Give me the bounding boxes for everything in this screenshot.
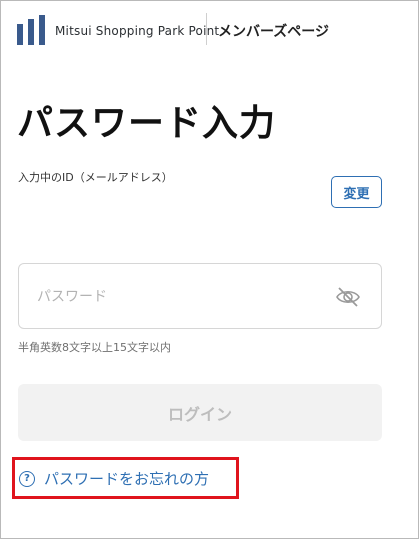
members-page-title: メンバーズページ: [218, 24, 330, 40]
header-divider: [206, 13, 207, 45]
password-hint: 半角英数8文字以上15文字以内: [18, 341, 171, 354]
forgot-password-label: パスワードをお忘れの方: [44, 470, 210, 488]
eye-slash-icon[interactable]: [335, 286, 361, 308]
password-field[interactable]: [18, 263, 382, 329]
header: Mitsui Shopping Park Point メンバーズページ: [1, 1, 418, 63]
forgot-password-link[interactable]: ? パスワードをお忘れの方: [19, 468, 209, 489]
change-id-button[interactable]: 変更: [331, 176, 382, 208]
login-button[interactable]: ログイン: [18, 384, 382, 441]
question-icon: ?: [19, 470, 35, 487]
app-frame: Mitsui Shopping Park Point メンバーズページ パスワー…: [0, 0, 419, 539]
password-input[interactable]: [35, 284, 329, 310]
current-id-label: 入力中のID（メールアドレス）: [18, 171, 173, 184]
mitsui-logo-icon: [17, 15, 45, 45]
brand-name: Mitsui Shopping Park Point: [55, 24, 220, 38]
page-title: パスワード入力: [17, 103, 277, 144]
